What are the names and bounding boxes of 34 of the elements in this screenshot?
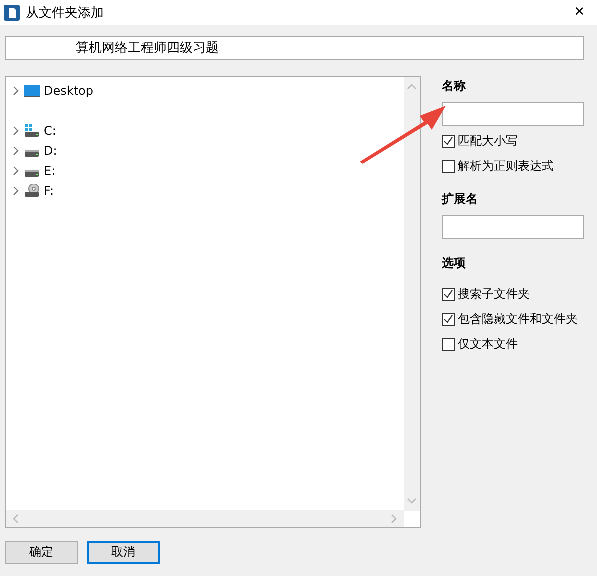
monitor-icon — [24, 84, 40, 98]
cancel-button[interactable]: 取消 — [87, 541, 160, 564]
window-title: 从文件夹添加 — [26, 4, 105, 22]
expand-chevron-icon[interactable] — [12, 146, 20, 156]
disc-drive-icon — [24, 184, 40, 198]
section-heading: 选项 — [442, 255, 467, 272]
section-heading: 名称 — [442, 78, 467, 95]
expand-chevron-icon[interactable] — [12, 166, 20, 176]
extension-field[interactable] — [442, 215, 584, 239]
checkbox-label: 解析为正则表达式 — [458, 158, 554, 175]
checkbox-label: 仅文本文件 — [458, 336, 518, 353]
checkbox-label: 匹配大小写 — [458, 133, 518, 150]
checkbox[interactable] — [442, 135, 455, 148]
checkbox[interactable] — [442, 160, 455, 173]
tree-item[interactable]: F: — [44, 184, 54, 198]
tree-item[interactable]: D: — [44, 144, 58, 158]
close-button[interactable]: ✕ — [568, 5, 591, 20]
system-drive-icon — [24, 124, 40, 138]
tree-item[interactable]: E: — [44, 164, 56, 178]
name-field[interactable] — [442, 102, 584, 126]
checkbox[interactable] — [442, 313, 455, 326]
document-icon — [4, 4, 20, 20]
tree-item[interactable]: Desktop — [44, 84, 94, 98]
expand-chevron-icon[interactable] — [12, 86, 20, 96]
checkbox-label: 包含隐藏文件和文件夹 — [458, 311, 578, 328]
ok-button[interactable]: 确定 — [5, 541, 78, 564]
tree-item[interactable]: C: — [44, 124, 56, 138]
section-heading: 扩展名 — [442, 191, 479, 208]
checkbox[interactable] — [442, 288, 455, 301]
checkbox[interactable] — [442, 338, 455, 351]
expand-chevron-icon[interactable] — [12, 126, 20, 136]
expand-chevron-icon[interactable] — [12, 186, 20, 196]
path-field[interactable]: 算机网络工程师四级习题 — [5, 36, 584, 60]
checkbox-label: 搜索子文件夹 — [458, 286, 530, 303]
